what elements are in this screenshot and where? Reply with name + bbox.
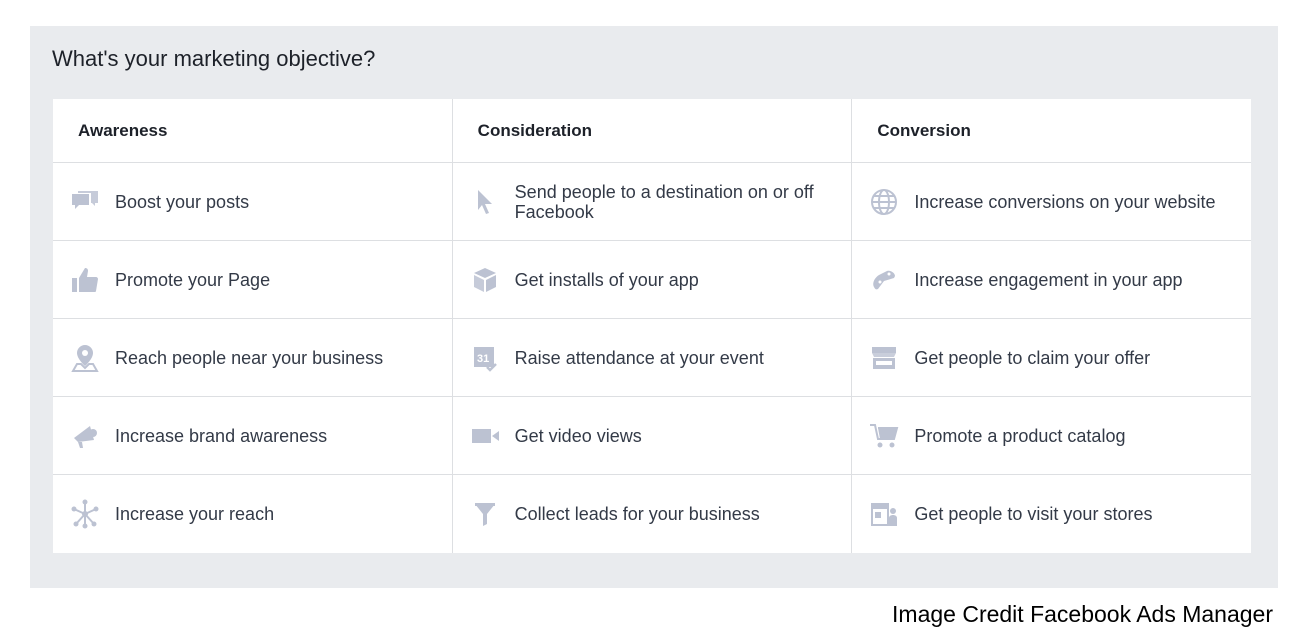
- objective-increase-reach[interactable]: Increase your reach: [53, 475, 452, 552]
- globe-icon: [868, 186, 900, 218]
- objective-label: Raise attendance at your event: [514, 347, 764, 368]
- calendar-icon: 31: [469, 342, 501, 374]
- speech-bubbles-icon: [69, 186, 101, 218]
- column-header: Awareness: [53, 99, 452, 163]
- objective-reach-nearby[interactable]: Reach people near your business: [53, 319, 452, 397]
- network-burst-icon: [69, 498, 101, 530]
- storefront-icon: [868, 342, 900, 374]
- column-awareness: Awareness Boost your posts Promote your …: [53, 99, 453, 553]
- svg-text:31: 31: [477, 353, 489, 365]
- megaphone-icon: [69, 420, 101, 452]
- objective-label: Increase conversions on your website: [914, 191, 1216, 212]
- objective-label: Promote a product catalog: [914, 425, 1126, 446]
- column-header: Conversion: [852, 99, 1252, 163]
- shopping-cart-icon: [868, 420, 900, 452]
- objective-label: Send people to a destination on or off F…: [514, 181, 814, 222]
- map-pin-icon: [69, 342, 101, 374]
- objective-label: Boost your posts: [115, 191, 250, 212]
- cursor-arrow-icon: [469, 186, 501, 218]
- objective-label: Increase brand awareness: [115, 425, 328, 446]
- objective-panel: What's your marketing objective? Awarene…: [30, 26, 1278, 588]
- thumbs-up-icon: [69, 264, 101, 296]
- objective-label: Increase engagement in your app: [914, 269, 1183, 290]
- objective-label: Get video views: [514, 425, 642, 446]
- objective-boost-posts[interactable]: Boost your posts: [53, 163, 452, 241]
- objective-offer-claims[interactable]: Get people to claim your offer: [852, 319, 1252, 397]
- funnel-icon: [469, 498, 501, 530]
- objective-event-responses[interactable]: 31 Raise attendance at your event: [452, 319, 852, 397]
- objective-promote-page[interactable]: Promote your Page: [53, 241, 452, 319]
- objective-label: Get people to claim your offer: [914, 347, 1151, 368]
- objective-label: Reach people near your business: [115, 347, 384, 368]
- image-credit: Image Credit Facebook Ads Manager: [892, 601, 1273, 627]
- objective-store-visits[interactable]: Get people to visit your stores: [852, 475, 1251, 552]
- objective-label: Increase your reach: [115, 503, 275, 524]
- objective-app-installs[interactable]: Get installs of your app: [452, 241, 852, 319]
- objective-label: Get installs of your app: [514, 269, 699, 290]
- objective-video-views[interactable]: Get video views: [452, 397, 852, 475]
- objective-send-traffic[interactable]: Send people to a destination on or off F…: [452, 163, 852, 241]
- panel-title: What's your marketing objective?: [52, 46, 376, 71]
- objective-product-catalog[interactable]: Promote a product catalog: [852, 397, 1252, 475]
- objective-grid: Awareness Boost your posts Promote your …: [53, 99, 1252, 553]
- column-consideration: Consideration Send people to a destinati…: [452, 99, 853, 553]
- store-visit-icon: [868, 498, 900, 530]
- objective-label: Promote your Page: [115, 269, 271, 290]
- objective-lead-generation[interactable]: Collect leads for your business: [453, 475, 852, 552]
- objective-app-engagement[interactable]: Increase engagement in your app: [852, 241, 1252, 319]
- package-box-icon: [469, 264, 501, 296]
- objective-conversions[interactable]: Increase conversions on your website: [852, 163, 1252, 241]
- column-header: Consideration: [452, 99, 852, 163]
- video-camera-icon: [469, 420, 501, 452]
- objective-brand-awareness[interactable]: Increase brand awareness: [53, 397, 452, 475]
- game-controller-icon: [868, 264, 900, 296]
- objective-label: Get people to visit your stores: [914, 503, 1153, 524]
- objective-label: Collect leads for your business: [514, 503, 760, 524]
- column-conversion: Conversion Increase conversions on your …: [852, 99, 1252, 553]
